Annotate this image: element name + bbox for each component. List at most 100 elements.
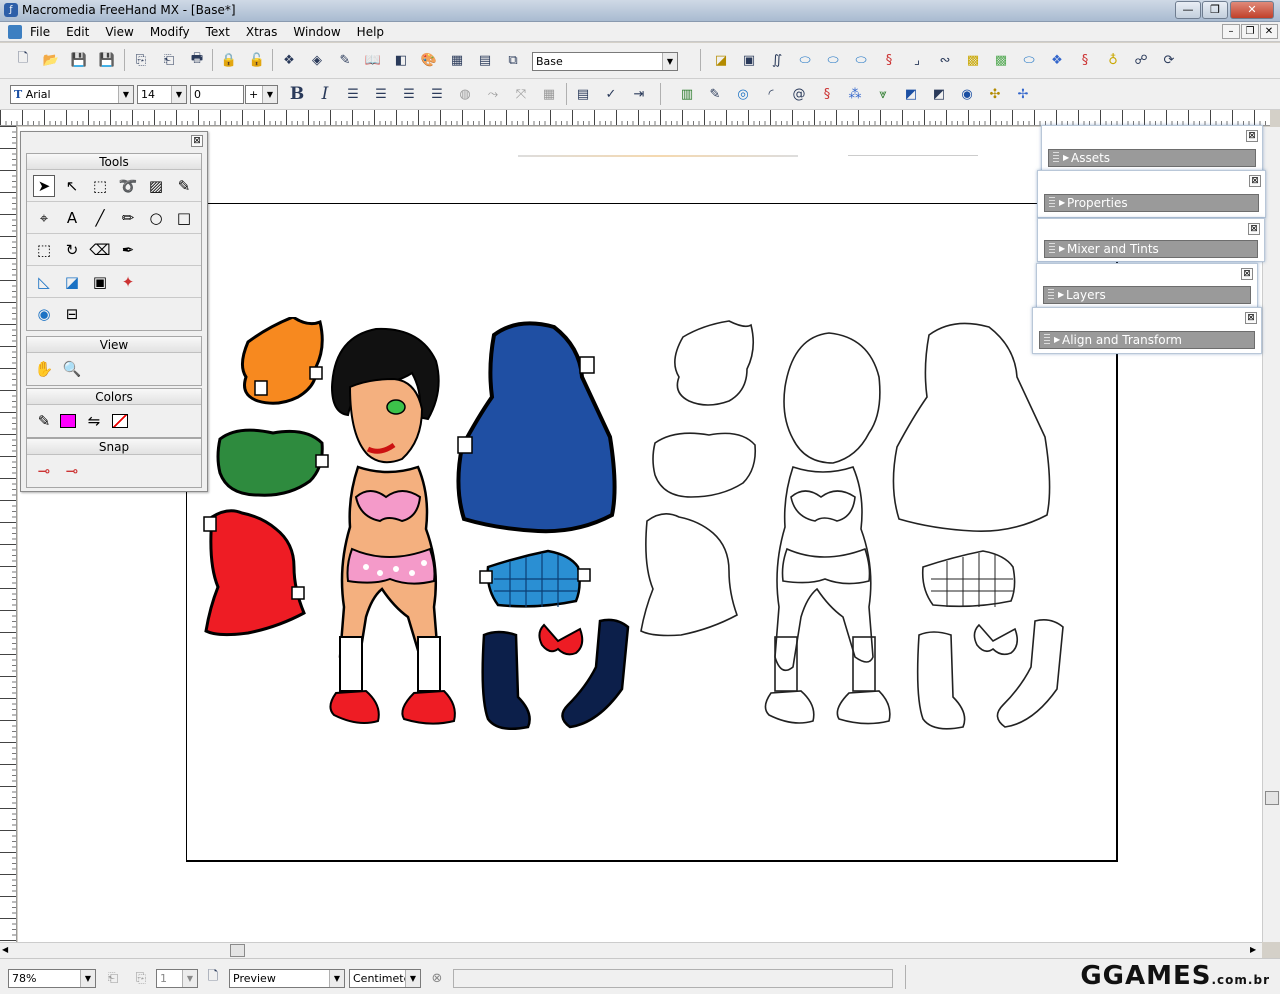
print-icon[interactable]: 🖶 [186,49,208,71]
grid-icon[interactable]: ▦ [446,49,468,71]
properties-panel[interactable]: ⊠ ▶ Properties [1037,170,1266,218]
menu-modify[interactable]: Modify [150,24,198,39]
graphic-hose-icon[interactable]: ✦ [117,271,139,293]
close-icon[interactable]: ⊠ [1246,130,1258,142]
justify-icon[interactable]: ☰ [426,83,448,105]
bend-icon[interactable]: ✢ [1012,83,1034,105]
flow-icon[interactable]: ⤧ [510,83,532,105]
horizontal-scroll-thumb[interactable] [230,944,245,957]
perspective-icon[interactable]: ◺ [33,271,55,293]
arc-icon[interactable]: ◜ [760,83,782,105]
fisheye-tool-icon[interactable]: ▣ [89,271,111,293]
outline-paper-doll-artwork[interactable] [633,317,1073,757]
rectangle-icon[interactable]: □ [173,207,195,229]
xtra-12-icon[interactable]: ⬭ [1018,49,1040,71]
menu-xtras[interactable]: Xtras [246,24,285,39]
close-icon[interactable]: ⊠ [1249,175,1261,187]
subselect-icon[interactable]: ↖ [61,175,83,197]
horizontal-scrollbar[interactable]: ◀ ▶ [0,942,1262,958]
pointer-icon[interactable]: ➤ [33,175,55,197]
rotate-icon[interactable]: ↻ [61,239,83,261]
cancel-render-icon[interactable]: ⊗ [426,967,448,989]
leading-mode-select[interactable]: + ▼ [245,85,278,104]
xtra-8-icon[interactable]: ⌟ [906,49,928,71]
mixer-panel-header[interactable]: ▶ Mixer and Tints [1044,240,1258,258]
shadow-icon[interactable]: ◩ [900,83,922,105]
pages-icon[interactable]: ⧉ [502,49,524,71]
import-icon[interactable]: ⎘ [130,49,152,71]
page-tool-icon[interactable]: ⬚ [89,175,111,197]
swatches-icon[interactable]: ▤ [474,49,496,71]
xtra-3-icon[interactable]: ∬ [766,49,788,71]
layers-panel-header[interactable]: ▶ Layers [1043,286,1251,304]
xtra-2-icon[interactable]: ▣ [738,49,760,71]
align-transform-panel-header[interactable]: ▶ Align and Transform [1039,331,1255,349]
stroke-color-icon[interactable]: ✎ [33,410,55,432]
doc-restore-button[interactable]: ❐ [1241,24,1259,39]
scroll-right-icon[interactable]: ▶ [1250,945,1256,954]
spiral-tool-icon[interactable]: ◉ [33,303,55,325]
snap-to-grid-icon[interactable]: ⊸ [61,460,83,482]
close-icon[interactable]: ⊠ [191,135,203,147]
new-icon[interactable]: 🗋 [12,49,34,71]
close-button[interactable]: ✕ [1230,1,1274,19]
trace-icon[interactable]: ▨ [145,175,167,197]
columns-icon[interactable]: ▦ [538,83,560,105]
align-right-icon[interactable]: ☰ [398,83,420,105]
xtra-9-icon[interactable]: ∾ [934,49,956,71]
text-inset-icon[interactable]: ⇥ [628,83,650,105]
close-icon[interactable]: ⊠ [1245,312,1257,324]
vertical-scroll-thumb[interactable] [1265,791,1279,805]
lock-icon[interactable]: 🔒 [218,49,240,71]
close-icon[interactable]: ⊠ [1241,268,1253,280]
italic-button[interactable]: I [314,83,336,105]
xtra-10-icon[interactable]: ▩ [962,49,984,71]
symbols-icon[interactable]: ❖ [278,49,300,71]
maximize-button[interactable]: ❐ [1202,1,1228,19]
hand-icon[interactable]: ✋ [33,358,55,380]
snap-to-point-icon[interactable]: ⊸ [33,460,55,482]
prev-page-icon[interactable]: ⎗ [102,967,124,989]
3d-rotate-icon[interactable]: ◩ [928,83,950,105]
swap-colors-icon[interactable]: ⇋ [83,410,105,432]
page-select[interactable]: 1 ▼ [156,969,198,988]
xtra-6-icon[interactable]: ⬭ [850,49,872,71]
smudge-icon[interactable]: ◉ [956,83,978,105]
bold-button[interactable]: B [286,83,308,105]
export-icon[interactable]: ⎗ [158,49,180,71]
properties-panel-header[interactable]: ▶ Properties [1044,194,1259,212]
next-page-icon[interactable]: ⎘ [130,967,152,989]
fill-color-swatch[interactable] [57,410,79,432]
menu-text[interactable]: Text [206,24,238,39]
font-size-select[interactable]: 14 ▼ [137,85,187,104]
chart-icon[interactable]: ▥ [676,83,698,105]
styles-icon[interactable]: ◈ [306,49,328,71]
mixer-panel[interactable]: ⊠ ▶ Mixer and Tints [1037,218,1265,262]
ellipse-icon[interactable]: ○ [145,207,167,229]
scale-icon[interactable]: ⬚ [33,239,55,261]
library-icon[interactable]: 📖 [362,49,384,71]
zoom-icon[interactable]: 🔍 [61,358,83,380]
style-select[interactable]: Base ▼ [532,52,678,71]
save-as-icon[interactable]: 💾 [96,49,118,71]
pen-icon[interactable]: ⌖ [33,207,55,229]
eyedropper-icon[interactable]: ✎ [173,175,195,197]
connector-icon[interactable]: ⊟ [61,303,83,325]
layers-icon[interactable]: ◧ [390,49,412,71]
menu-help[interactable]: Help [357,24,392,39]
text-tool-icon[interactable]: A [61,207,83,229]
unlock-icon[interactable]: 🔓 [246,49,268,71]
xtra-1-icon[interactable]: ◪ [710,49,732,71]
edit-style-icon[interactable]: ✎ [334,49,356,71]
line-icon[interactable]: ╱ [89,207,111,229]
text-editor-icon[interactable]: ▤ [572,83,594,105]
save-icon[interactable]: 💾 [68,49,90,71]
palette-icon[interactable]: 🎨 [418,49,440,71]
xtra-15-icon[interactable]: ♁ [1102,49,1124,71]
spell-check-icon[interactable]: ✓ [600,83,622,105]
leading-input[interactable]: 0 [190,85,244,104]
page-icon[interactable]: 🗋 [202,967,224,989]
layers-panel[interactable]: ⊠ ▶ Layers [1036,263,1258,308]
doc-close-button[interactable]: ✕ [1260,24,1278,39]
xtra-11-icon[interactable]: ▩ [990,49,1012,71]
